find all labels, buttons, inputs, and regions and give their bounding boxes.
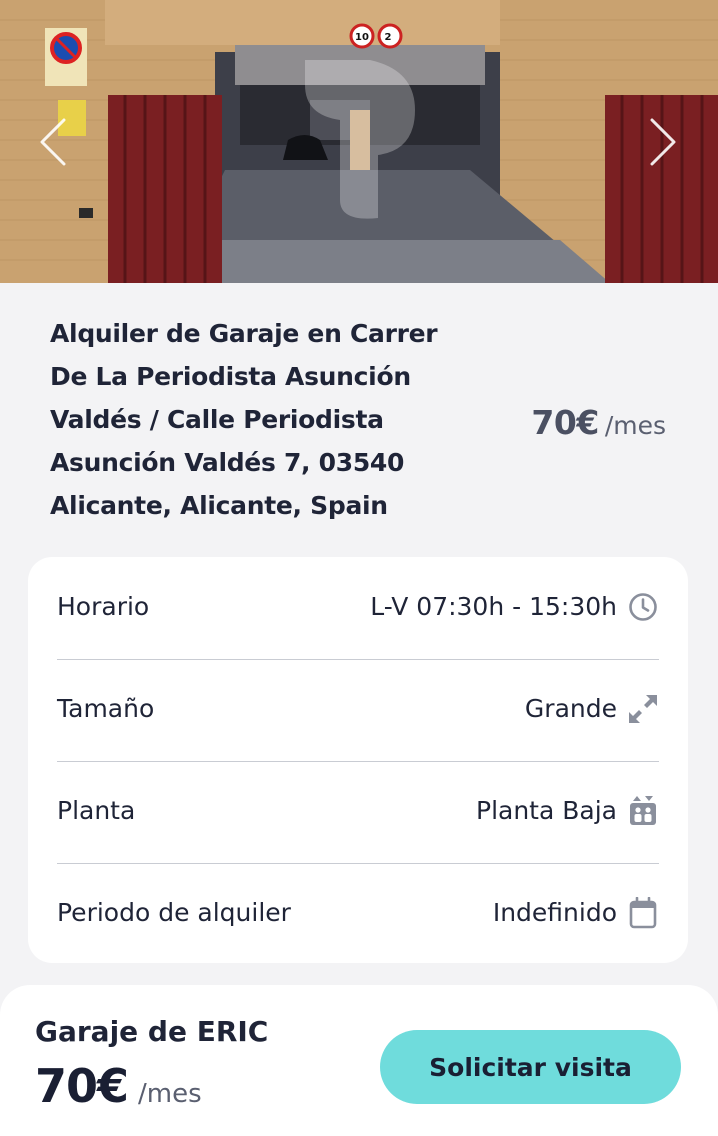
elevator-icon [630,796,656,825]
detail-row-tamano: Tamaño Grande [57,659,659,762]
booking-bar: Garaje de ERIC 70€ /mes Solicitar visita [0,985,718,1136]
price-period: /mes [604,411,666,440]
request-visit-button[interactable]: Solicitar visita [380,1030,681,1104]
previous-photo-button[interactable] [34,112,74,172]
chevron-right-icon [650,118,676,166]
price-amount: 70€ [531,403,599,442]
detail-label: Horario [57,592,150,621]
listing-title: Alquiler de Garaje en Carrer De La Perio… [50,312,470,527]
detail-label: Periodo de alquiler [57,898,291,927]
listing-price: 70€/mes [531,403,666,442]
footer-price-amount: 70€ [35,1059,129,1113]
clock-icon [629,593,657,621]
detail-value: Grande [524,694,617,723]
expand-arrows-icon [629,695,657,723]
detail-row-periodo: Periodo de alquiler Indefinido [57,863,659,965]
title-line: De La Periodista Asunción [50,362,411,391]
svg-text:2: 2 [385,32,392,43]
footer-price: 70€ /mes [35,1059,202,1113]
garage-photo-illustration: 10 2 [0,0,718,283]
chevron-left-icon [40,118,66,166]
detail-label: Planta [57,796,136,825]
detail-value: Indefinido [492,898,617,927]
title-line: Valdés / Calle Periodista [50,405,384,434]
detail-label: Tamaño [57,694,155,723]
details-card: Horario L-V 07:30h - 15:30h Tamaño Grand… [28,557,688,963]
next-photo-button[interactable] [642,112,682,172]
svg-text:10: 10 [355,32,369,43]
detail-value: L-V 07:30h - 15:30h [370,592,617,621]
title-line: Asunción Valdés 7, 03540 [50,448,405,477]
detail-row-horario: Horario L-V 07:30h - 15:30h [57,557,659,660]
detail-row-planta: Planta Planta Baja [57,761,659,864]
owner-name: Garaje de ERIC [35,1015,269,1048]
title-line: Alicante, Alicante, Spain [50,491,388,520]
title-line: Alquiler de Garaje en Carrer [50,319,438,348]
calendar-icon [629,897,657,929]
detail-value: Planta Baja [476,796,617,825]
footer-price-period: /mes [138,1079,202,1109]
listing-photo: 10 2 [0,0,718,283]
